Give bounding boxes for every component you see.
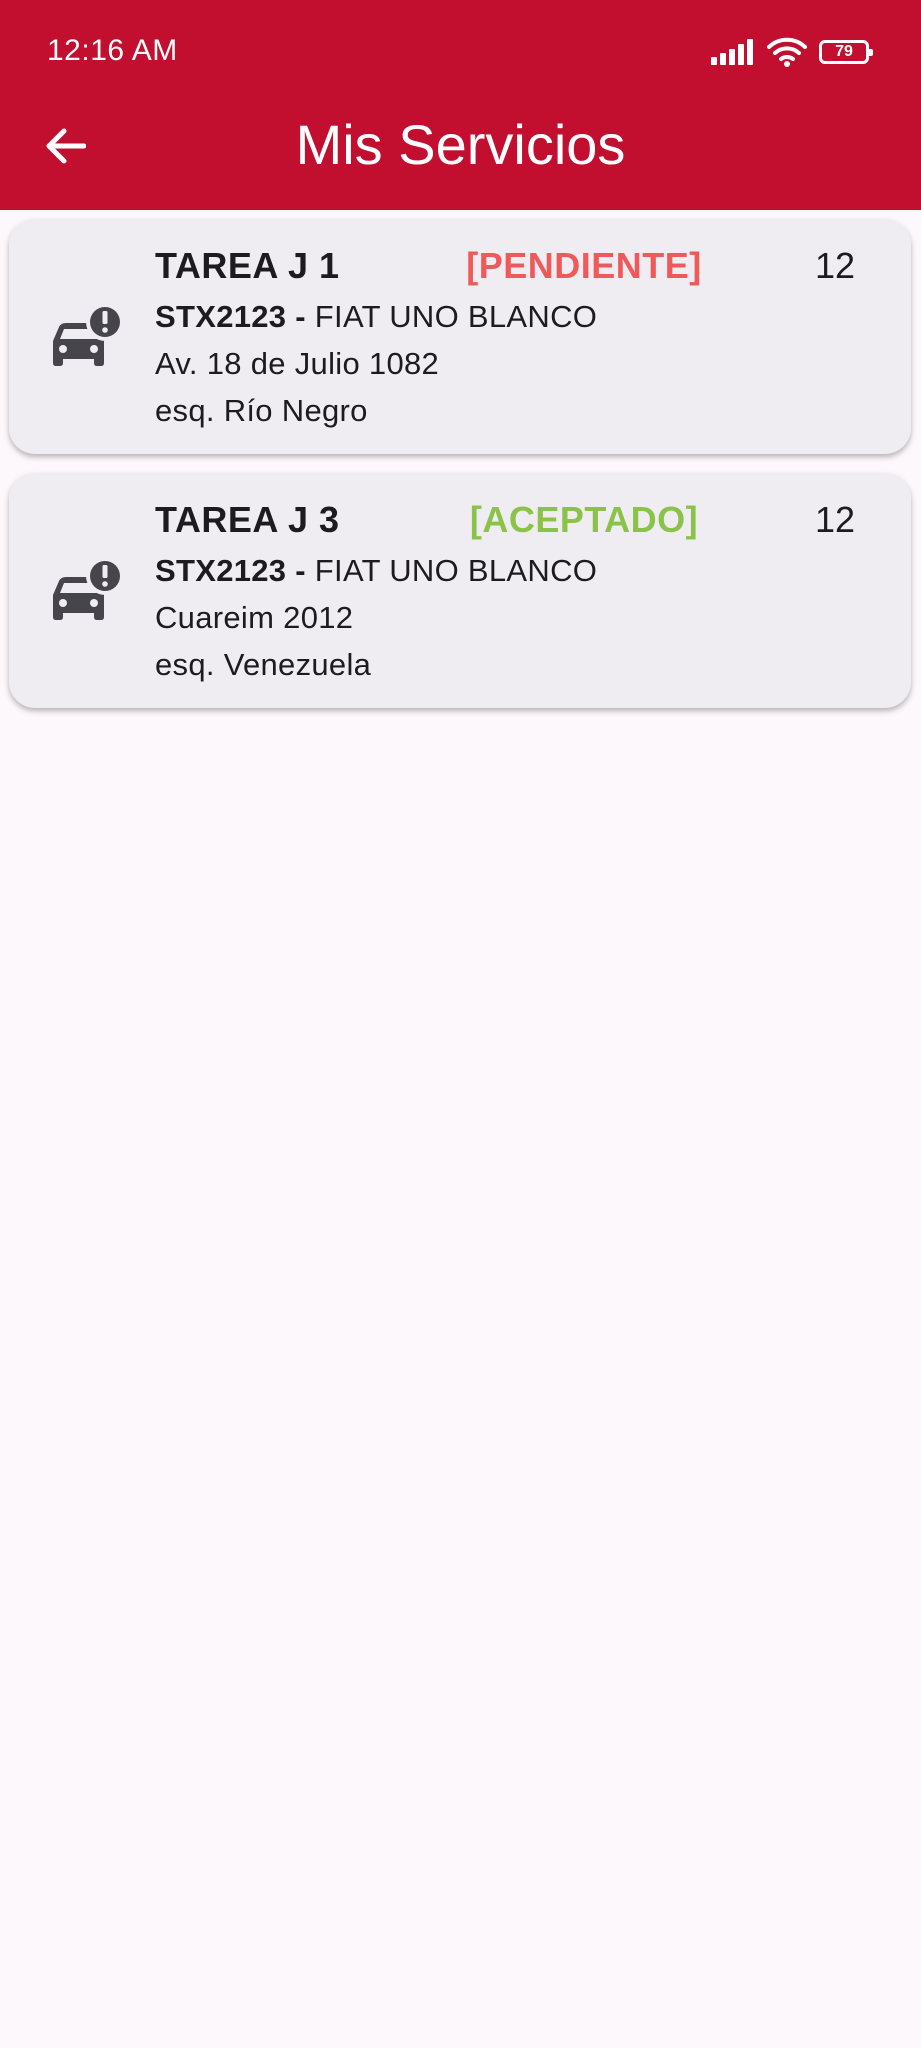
battery-level: 79 [835,43,853,60]
service-count: 12 [814,499,855,540]
services-list: TAREA J 1 [PENDIENTE] 12 STX2123 - FIAT … [9,219,911,727]
status-icons: 79 [711,34,873,70]
signal-icon [711,39,753,65]
vehicle-description: FIAT UNO BLANCO [305,553,598,588]
service-address: Av. 18 de Julio 1082 [155,346,440,381]
service-corner: esq. Río Negro [155,393,368,428]
service-count: 12 [814,245,855,286]
status-badge: [ACEPTADO] [469,499,699,540]
battery-icon: 79 [819,40,873,64]
wifi-icon [767,37,807,67]
car-alert-icon [53,557,124,620]
service-title: TAREA J 1 [155,245,340,286]
car-alert-icon [53,303,124,366]
service-corner: esq. Venezuela [155,647,372,682]
service-card[interactable]: TAREA J 3 [ACEPTADO] 12 STX2123 - FIAT U… [9,473,911,708]
status-badge: [PENDIENTE] [466,245,702,286]
vehicle-line: STX2123 - FIAT UNO BLANCO [155,299,597,335]
service-card[interactable]: TAREA J 1 [PENDIENTE] 12 STX2123 - FIAT … [9,219,911,454]
vehicle-line: STX2123 - FIAT UNO BLANCO [155,553,597,589]
vehicle-plate: STX2123 - [155,299,306,334]
status-time: 12:16 AM [47,34,178,67]
page-title: Mis Servicios [295,113,626,176]
service-address: Cuareim 2012 [155,600,354,635]
service-title: TAREA J 3 [155,499,340,540]
vehicle-description: FIAT UNO BLANCO [305,299,598,334]
app-bar: 12:16 AM 79 Mis Servicios [0,0,921,210]
vehicle-plate: STX2123 - [155,553,306,588]
